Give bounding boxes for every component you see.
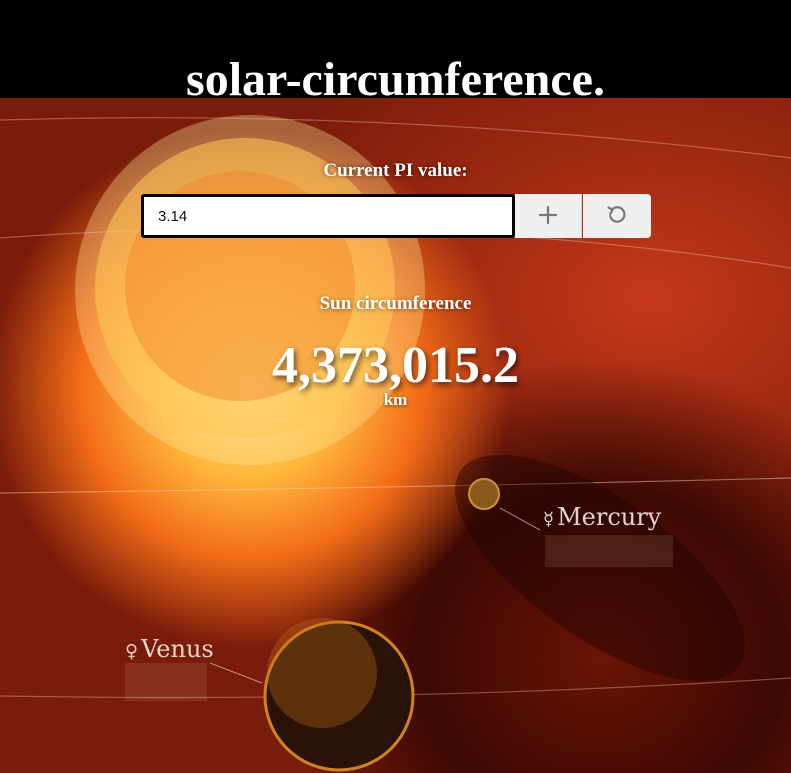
mercury-name: Mercury bbox=[557, 503, 662, 531]
sun-circumference-value: 4,373,015.2 bbox=[272, 337, 519, 394]
mercury-label: ☿ Mercury bbox=[543, 503, 661, 531]
app-title: solar-circumference. bbox=[186, 53, 605, 106]
reset-icon bbox=[606, 204, 628, 229]
venus-symbol: ♀ bbox=[125, 641, 139, 662]
page: solar-circumference. Current PI value: S… bbox=[0, 0, 791, 773]
mercury-symbol: ☿ bbox=[543, 509, 555, 530]
add-digit-button[interactable] bbox=[515, 194, 582, 238]
sun-circumference-unit: km bbox=[383, 390, 408, 409]
reset-button[interactable] bbox=[583, 194, 651, 238]
sun-circumference-label: Sun circumference bbox=[319, 293, 472, 314]
plus-icon bbox=[538, 205, 558, 228]
pi-value-label: Current PI value: bbox=[323, 160, 468, 181]
venus-label: ♀ Venus bbox=[125, 635, 214, 663]
venus-name: Venus bbox=[141, 635, 214, 663]
pi-value-input[interactable] bbox=[141, 194, 515, 238]
